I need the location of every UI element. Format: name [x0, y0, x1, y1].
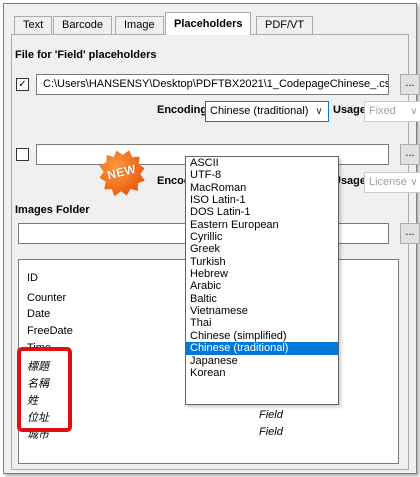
usage1-value: Fixed [369, 105, 396, 117]
list-item[interactable]: Counter [27, 292, 66, 304]
encoding1-label: Encoding [157, 104, 208, 116]
dropdown-option[interactable]: Greek [186, 243, 338, 255]
list-item-type: Field [259, 409, 283, 421]
list-item-type: Field [259, 426, 283, 438]
dropdown-option[interactable]: Baltic [186, 293, 338, 305]
usage2-select[interactable]: License ∨ [364, 172, 420, 193]
list-item[interactable]: FreeDate [27, 325, 73, 337]
usage1-label: Usage [333, 104, 367, 116]
field-file-heading: File for 'Field' placeholders [15, 49, 157, 61]
dropdown-option[interactable]: Thai [186, 317, 338, 329]
file1-path-input[interactable]: C:\Users\HANSENSY\Desktop\PDFTBX2021\1_C… [36, 74, 389, 95]
dropdown-option[interactable]: Hebrew [186, 268, 338, 280]
chevron-down-icon: ∨ [315, 106, 323, 117]
dropdown-option[interactable]: Vietnamese [186, 305, 338, 317]
tab-text[interactable]: Text [14, 16, 53, 34]
encoding1-value: Chinese (traditional) [210, 105, 309, 117]
chevron-down-icon: ∨ [410, 177, 418, 188]
list-item[interactable]: ID [27, 272, 38, 284]
tab-pdfvt[interactable]: PDF/VT [256, 16, 314, 34]
checkmark-icon: ✓ [18, 79, 27, 90]
dropdown-option[interactable]: Chinese (simplified) [186, 330, 338, 342]
dropdown-option[interactable]: Chinese (traditional) [186, 342, 338, 355]
new-badge-label: NEW [105, 161, 138, 183]
encoding-dropdown-list[interactable]: ASCII UTF-8 MacRoman ISO Latin-1 DOS Latin-1… [185, 156, 339, 405]
dropdown-option[interactable]: Turkish [186, 256, 338, 268]
tab-placeholders[interactable]: Placeholders [165, 12, 252, 35]
dropdown-option[interactable]: UTF-8 [186, 169, 338, 181]
dropdown-option[interactable]: DOS Latin-1 [186, 206, 338, 218]
usage2-value: License [369, 176, 407, 188]
file1-browse-button[interactable]: ... [400, 74, 420, 95]
highlight-box [17, 347, 72, 432]
list-item[interactable]: Date [27, 308, 50, 320]
dropdown-option[interactable]: Korean [186, 367, 338, 379]
placeholders-panel: File for 'Field' placeholders ✓ C:\Users… [11, 34, 420, 470]
dropdown-option[interactable]: MacRoman [186, 182, 338, 194]
dropdown-option[interactable]: Eastern European [186, 219, 338, 231]
dropdown-option[interactable]: ASCII [186, 157, 338, 169]
file1-checkbox[interactable]: ✓ [16, 78, 29, 91]
usage1-select[interactable]: Fixed ∨ [364, 101, 420, 122]
file2-browse-button[interactable]: ... [400, 144, 420, 165]
encoding1-select[interactable]: Chinese (traditional) ∨ [205, 101, 329, 122]
dropdown-option[interactable]: Cyrillic [186, 231, 338, 243]
file2-checkbox[interactable] [16, 148, 29, 161]
tab-image[interactable]: Image [115, 16, 164, 34]
dialog-frame: Text Barcode Image Placeholders PDF/VT F… [3, 3, 420, 474]
dropdown-option[interactable]: ISO Latin-1 [186, 194, 338, 206]
images-folder-browse-button[interactable]: ... [400, 223, 420, 244]
tab-barcode[interactable]: Barcode [53, 16, 112, 34]
dropdown-option[interactable]: Arabic [186, 280, 338, 292]
images-folder-heading: Images Folder [15, 204, 90, 216]
dropdown-option[interactable]: Japanese [186, 355, 338, 367]
chevron-down-icon: ∨ [410, 106, 418, 117]
